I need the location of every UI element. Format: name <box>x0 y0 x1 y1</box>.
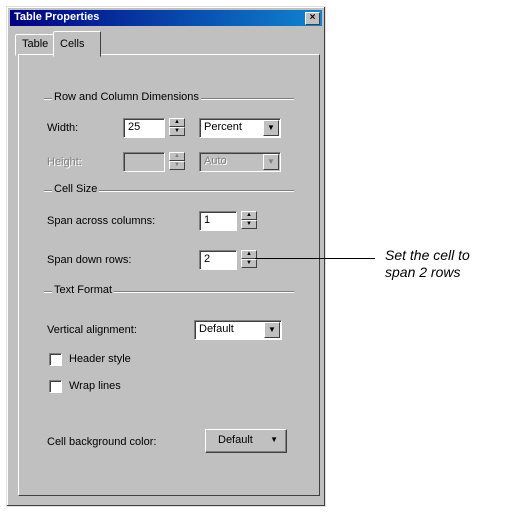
dialog-title: Table Properties <box>14 11 100 23</box>
height-spinner[interactable]: ▲ ▼ <box>169 152 185 170</box>
cell-size-group: Cell Size <box>44 183 294 195</box>
callout-line-1: Set the cell to <box>385 247 470 263</box>
height-label: Height: <box>47 156 82 168</box>
width-unit-select[interactable]: Percent ▼ <box>199 118 281 138</box>
height-input[interactable] <box>123 152 165 172</box>
spin-up-icon[interactable]: ▲ <box>241 211 257 220</box>
vertical-alignment-value: Default <box>199 323 234 335</box>
chevron-down-icon[interactable]: ▼ <box>263 120 279 136</box>
width-value: 25 <box>128 121 141 133</box>
vertical-alignment-select[interactable]: Default ▼ <box>194 320 282 340</box>
row-col-group: Row and Column Dimensions <box>44 91 294 103</box>
table-properties-dialog: Table Properties × Table Cells Row and C… <box>6 6 326 507</box>
spin-down-icon[interactable]: ▼ <box>241 220 257 229</box>
span-columns-label: Span across columns: <box>47 215 156 227</box>
spin-down-icon[interactable]: ▼ <box>169 127 185 136</box>
width-label: Width: <box>47 122 79 134</box>
height-unit-select[interactable]: Auto ▼ <box>199 152 281 172</box>
chevron-down-icon[interactable]: ▼ <box>264 322 280 338</box>
span-columns-input[interactable]: 1 <box>199 211 237 231</box>
tab-cells-label: Cells <box>60 38 85 50</box>
span-rows-label: Span down rows: <box>47 254 132 266</box>
callout-annotation: Set the cell to span 2 rows <box>385 247 510 281</box>
cell-bg-color-label: Cell background color: <box>47 436 157 448</box>
span-rows-input[interactable]: 2 <box>199 250 237 270</box>
vertical-alignment-label: Vertical alignment: <box>47 324 137 336</box>
cell-bg-color-value: Default <box>218 434 253 446</box>
cell-size-group-label: Cell Size <box>52 183 100 195</box>
tab-table-label: Table <box>22 38 49 50</box>
spin-up-icon[interactable]: ▲ <box>169 152 185 161</box>
spin-down-icon[interactable]: ▼ <box>169 161 185 170</box>
span-rows-spinner[interactable]: ▲ ▼ <box>241 250 257 268</box>
width-input[interactable]: 25 <box>123 118 165 138</box>
text-format-group-label: Text Format <box>52 284 115 296</box>
width-unit-value: Percent <box>204 121 242 133</box>
row-col-group-label: Row and Column Dimensions <box>52 91 201 103</box>
cells-panel: Row and Column Dimensions Width: 25 ▲ ▼ … <box>18 54 320 496</box>
span-columns-spinner[interactable]: ▲ ▼ <box>241 211 257 229</box>
chevron-down-icon: ▼ <box>270 435 278 444</box>
cell-bg-color-button[interactable]: Default ▼ <box>205 429 287 453</box>
chevron-down-icon[interactable]: ▼ <box>263 154 279 170</box>
span-rows-value: 2 <box>204 253 211 265</box>
header-style-checkbox[interactable] <box>49 353 62 366</box>
tab-cells[interactable]: Cells <box>53 31 101 57</box>
width-spinner[interactable]: ▲ ▼ <box>169 118 185 136</box>
span-columns-value: 1 <box>204 214 211 226</box>
wrap-lines-label[interactable]: Wrap lines <box>69 380 121 392</box>
title-bar[interactable]: Table Properties × <box>10 10 322 26</box>
callout-line-2: span 2 rows <box>385 264 461 280</box>
height-unit-value: Auto <box>204 155 227 167</box>
close-button[interactable]: × <box>305 12 320 25</box>
header-style-label[interactable]: Header style <box>69 353 131 365</box>
spin-down-icon[interactable]: ▼ <box>241 259 257 268</box>
wrap-lines-checkbox[interactable] <box>49 380 62 393</box>
tab-table[interactable]: Table <box>15 34 55 56</box>
spin-up-icon[interactable]: ▲ <box>169 118 185 127</box>
text-format-group: Text Format <box>44 284 294 296</box>
callout-line <box>255 258 375 259</box>
